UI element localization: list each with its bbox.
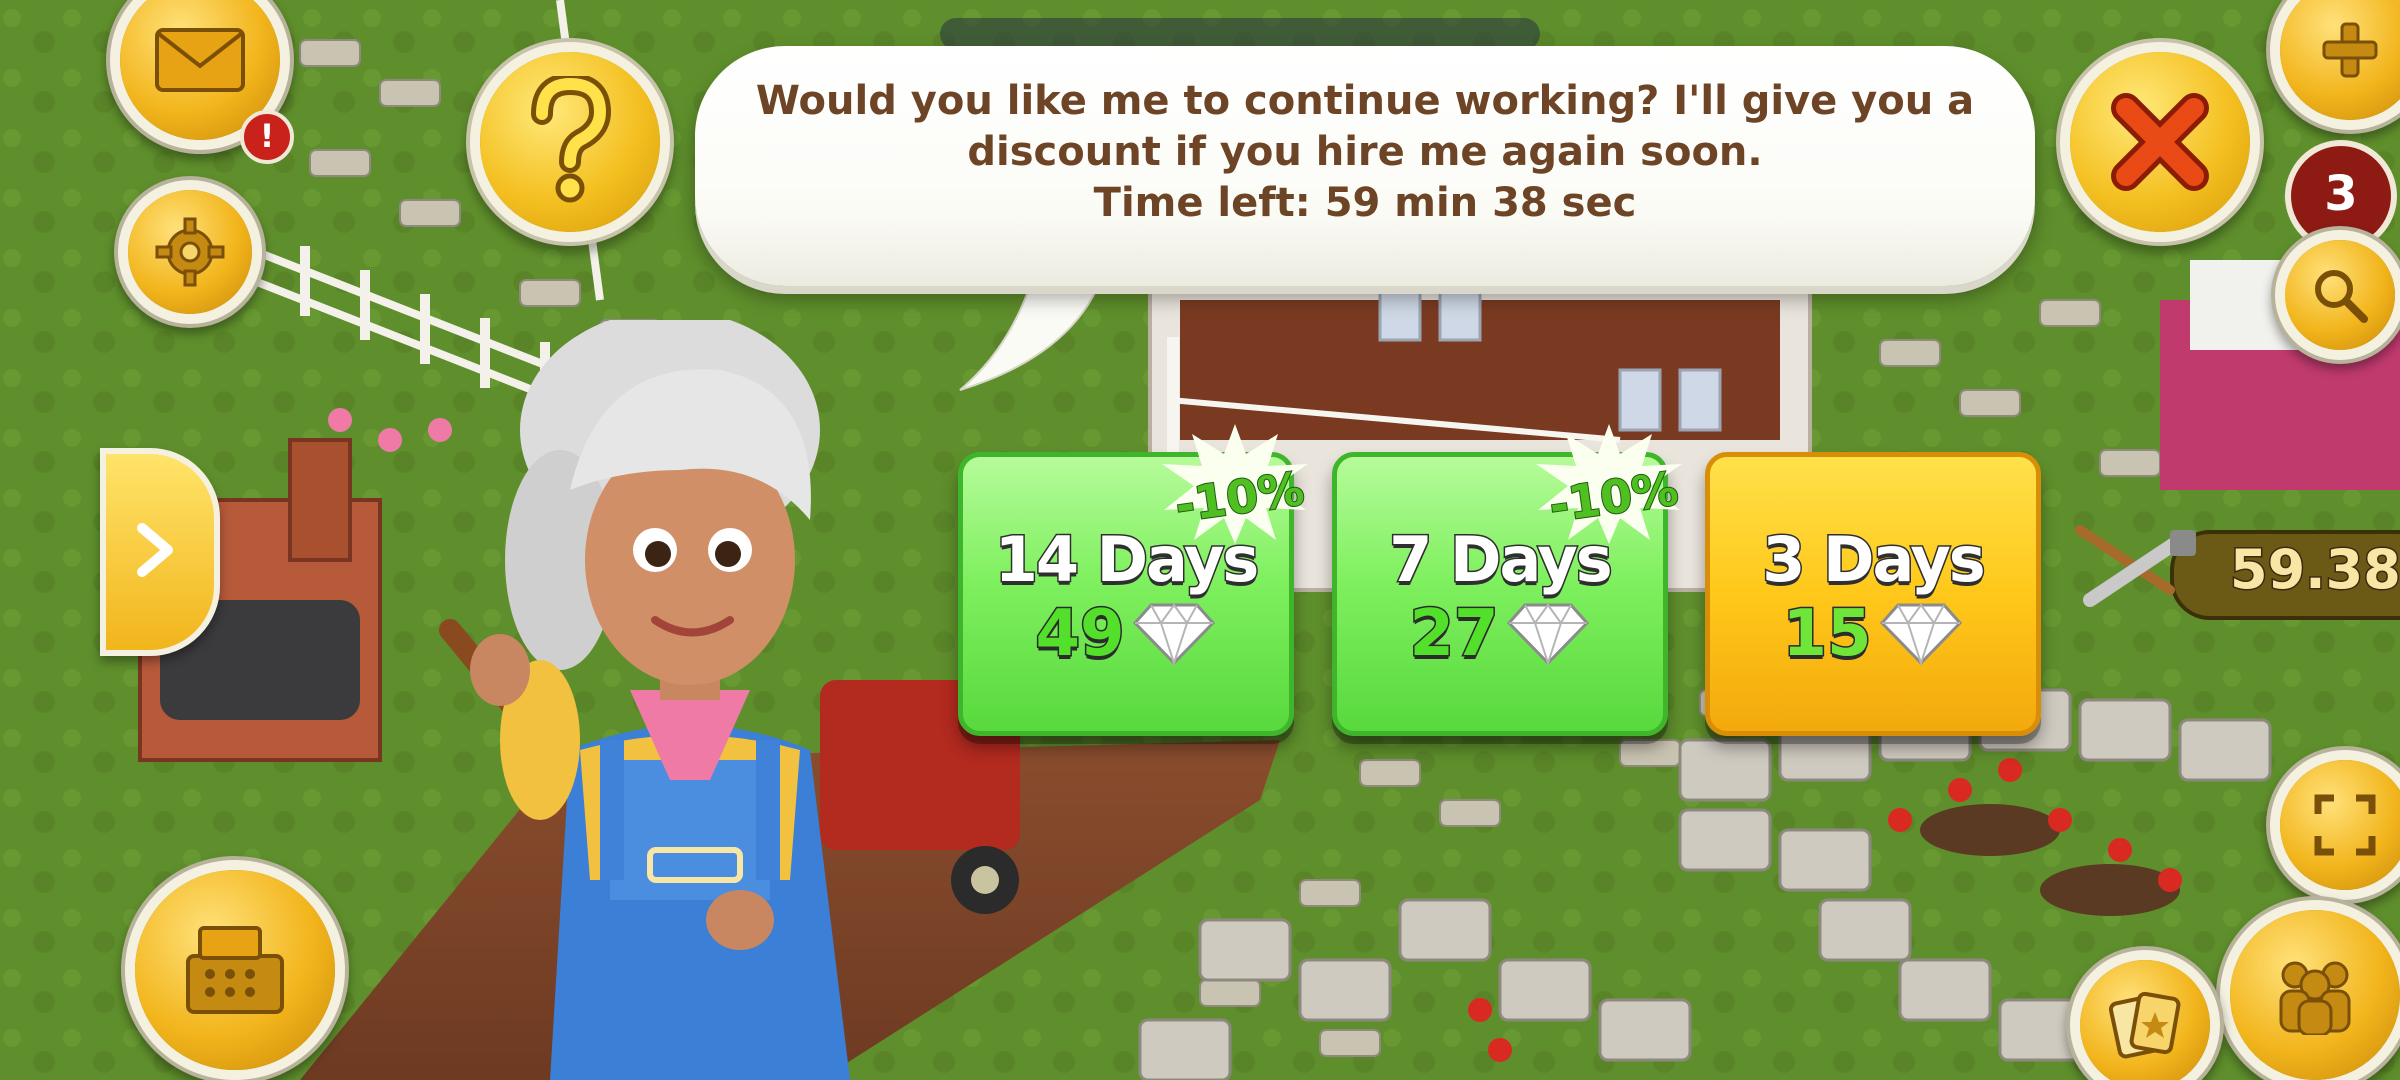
cards-icon bbox=[2108, 991, 2181, 1059]
option-price-row: 15 bbox=[1710, 596, 2036, 673]
friends-icon bbox=[2279, 961, 2351, 1035]
zoom-toggle-button[interactable] bbox=[2280, 760, 2400, 890]
mail-icon bbox=[155, 28, 245, 92]
game-scene: ! 3 59.38 Would you like me to continue … bbox=[0, 0, 2400, 1080]
saw-icon bbox=[2075, 525, 2196, 607]
resize-icon bbox=[2314, 794, 2376, 856]
worker-timer-text: 59.38 bbox=[2229, 537, 2400, 603]
shop-button[interactable] bbox=[135, 870, 335, 1070]
option-price: 15 bbox=[1781, 596, 1873, 673]
time-left-text: Time left: 59 min 38 sec bbox=[1093, 180, 1637, 226]
option-price-row: 27 bbox=[1337, 596, 1663, 673]
right-counter-badge: 3 bbox=[2285, 140, 2397, 252]
gear-icon bbox=[155, 217, 225, 287]
search-button[interactable] bbox=[2285, 240, 2395, 350]
magnifier-icon bbox=[2315, 270, 2368, 323]
cash-register-icon bbox=[186, 926, 284, 1014]
dialog-bubble: Would you like me to continue working? I… bbox=[695, 46, 2035, 286]
expand-side-panel-button[interactable] bbox=[100, 448, 220, 656]
dialog-message: Would you like me to continue working? I… bbox=[755, 78, 1975, 175]
option-duration: 3 Days bbox=[1761, 522, 1987, 598]
help-icon bbox=[531, 76, 612, 203]
close-button[interactable] bbox=[2070, 52, 2250, 232]
cards-button[interactable] bbox=[2080, 960, 2210, 1080]
diamond-icon bbox=[1506, 603, 1589, 667]
arrow-right-icon bbox=[137, 523, 173, 577]
plus-icon bbox=[2322, 22, 2378, 78]
option-price-row: 49 bbox=[963, 596, 1289, 673]
farmer-character bbox=[439, 320, 850, 1080]
help-button[interactable] bbox=[480, 52, 660, 232]
mail-notification-badge: ! bbox=[240, 110, 294, 164]
close-icon bbox=[2111, 93, 2209, 191]
option-price: 49 bbox=[1034, 596, 1126, 673]
settings-button[interactable] bbox=[128, 190, 252, 314]
dialog-text: Would you like me to continue working? I… bbox=[725, 76, 2005, 229]
friends-button[interactable] bbox=[2230, 910, 2400, 1080]
option-price: 27 bbox=[1408, 596, 1500, 673]
hire-option-3-days[interactable]: 3 Days 15 bbox=[1705, 452, 2041, 736]
diamond-icon bbox=[1879, 603, 1962, 667]
diamond-icon bbox=[1132, 603, 1215, 667]
